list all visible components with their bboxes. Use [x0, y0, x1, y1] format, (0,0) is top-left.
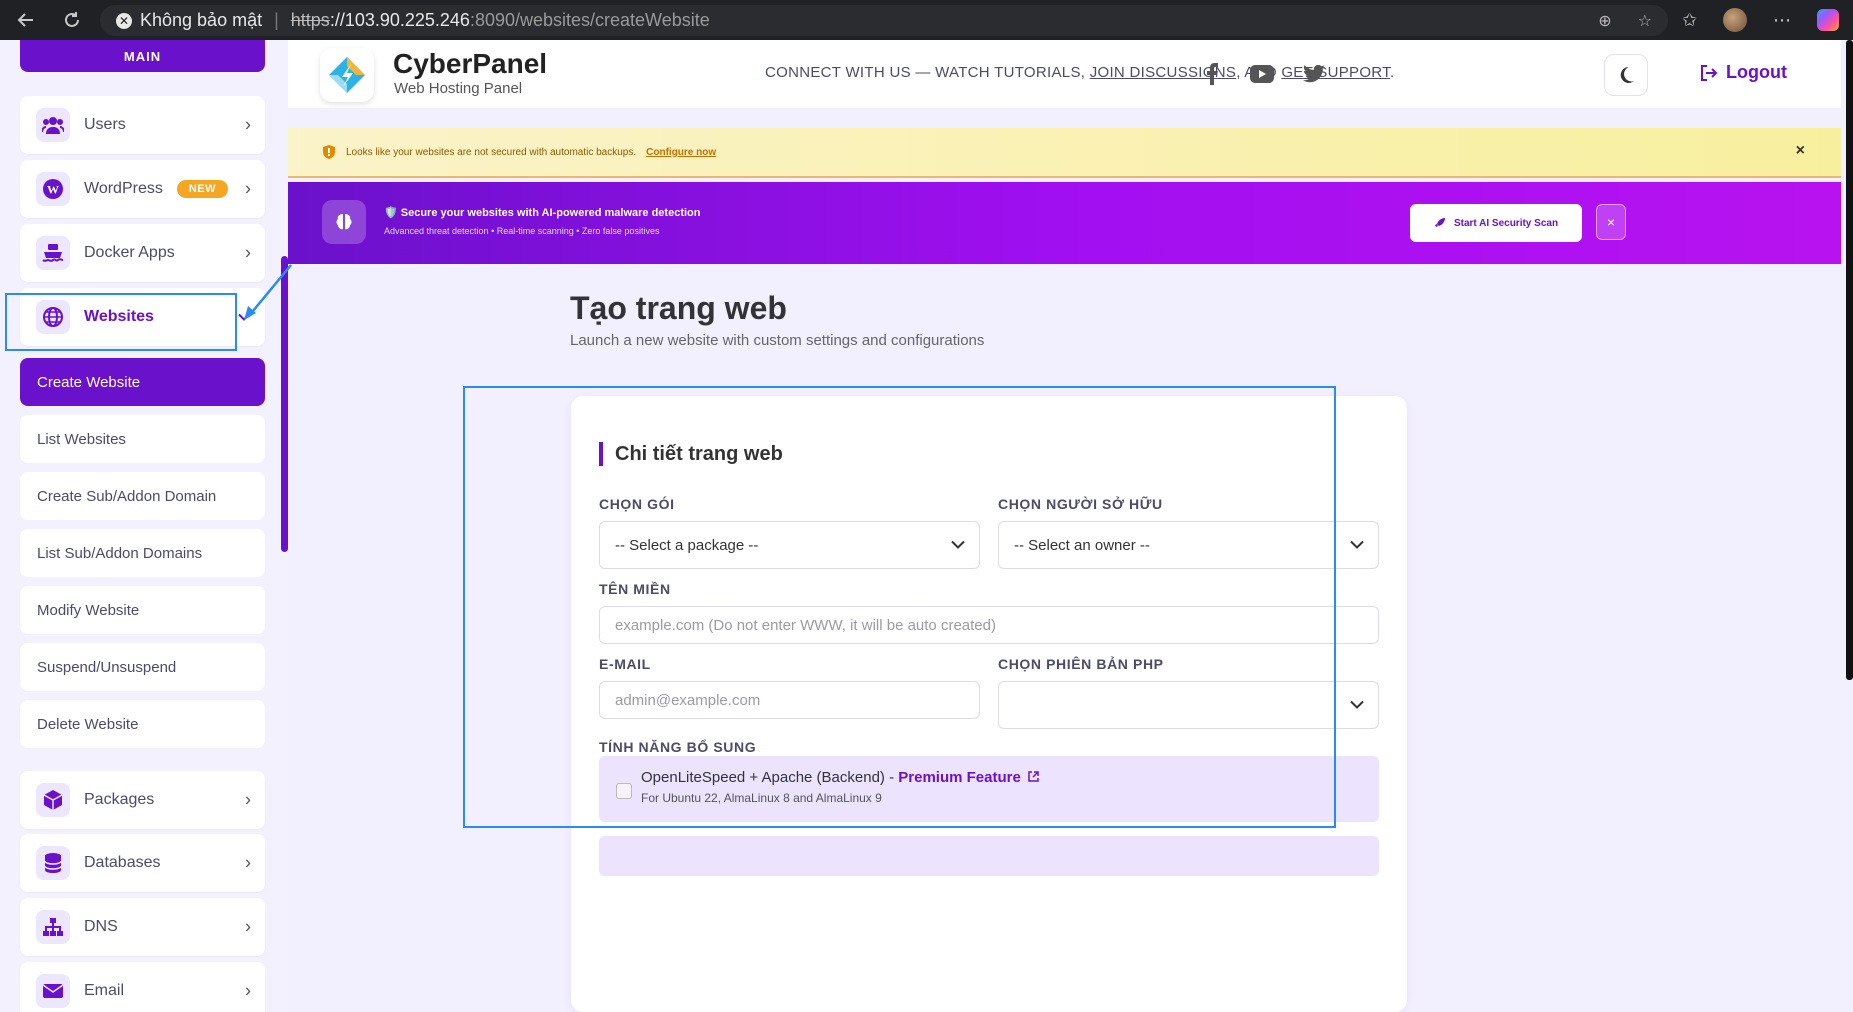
browser-toolbar: ✕ Không bảo mật | https ://103.90.225.24… [0, 0, 1853, 40]
chevron-right-icon: › [245, 980, 251, 1001]
promo-title: 🛡️ Secure your websites with AI-powered … [384, 207, 701, 219]
new-badge: NEW [176, 180, 229, 198]
sidebar-subitem-create-website[interactable]: Create Website [20, 358, 265, 406]
url-scheme: https [290, 10, 330, 30]
logout-icon [1701, 64, 1718, 81]
sidebar-item-label: Email [84, 982, 125, 999]
docker-icon [36, 236, 70, 270]
facebook-icon[interactable] [1198, 60, 1226, 88]
wordpress-icon: W [36, 172, 70, 206]
copilot-icon[interactable] [1817, 9, 1839, 31]
zoom-icon[interactable]: ⊕ [1598, 11, 1611, 31]
connect-prefix: CONNECT WITH US — WATCH TUTORIALS, [765, 64, 1090, 81]
annotation-highlight-sidebar [5, 293, 237, 351]
favorites-icon[interactable]: ✩ [1682, 10, 1697, 31]
sidebar-item-label: Databases [84, 854, 161, 871]
profile-avatar[interactable] [1723, 8, 1747, 32]
chevron-right-icon: › [245, 242, 251, 263]
shield-warning-icon [323, 145, 335, 159]
close-icon[interactable]: × [1796, 142, 1805, 160]
top-header: CyberPanel Web Hosting Panel CONNECT WIT… [288, 40, 1841, 108]
sidebar-item-label: Packages [84, 791, 155, 808]
annotation-highlight-form [463, 386, 1336, 828]
sidebar-subitem-list-websites[interactable]: List Websites [20, 415, 265, 463]
get-support-link[interactable]: GET SUPPORT [1281, 64, 1390, 81]
close-icon[interactable]: × [1596, 204, 1626, 240]
sidebar-item-databases[interactable]: Databases › [20, 834, 265, 892]
warning-text: Looks like your websites are not secured… [346, 146, 637, 158]
moon-icon [1620, 66, 1634, 83]
url-host: ://103.90.225.246 [329, 10, 470, 30]
sidebar-item-email[interactable]: Email › [20, 962, 265, 1012]
reload-icon[interactable] [58, 6, 86, 34]
start-ai-scan-label: Start AI Security Scan [1453, 217, 1559, 229]
browser-actions: ✩ ⋯ [1682, 0, 1853, 40]
mail-icon [36, 974, 70, 1008]
brand-name: CyberPanel [393, 48, 548, 79]
sidebar-item-users[interactable]: Users › [20, 96, 265, 154]
chevron-right-icon: › [245, 178, 251, 199]
sidebar-item-label: Docker Apps [84, 244, 175, 261]
chevron-down-icon [1350, 697, 1364, 714]
start-ai-scan-button[interactable]: Start AI Security Scan [1410, 204, 1582, 242]
chevron-right-icon: › [245, 852, 251, 873]
logout-label: Logout [1726, 62, 1787, 82]
youtube-icon[interactable] [1248, 60, 1276, 88]
package-icon [36, 783, 70, 817]
url-separator: | [274, 10, 279, 30]
sidebar-item-label: DNS [84, 918, 118, 935]
svg-text:W: W [47, 183, 59, 197]
address-bar[interactable]: ✕ Không bảo mật | https ://103.90.225.24… [100, 5, 1668, 36]
connect-suffix: . [1389, 64, 1395, 81]
chevron-down-icon [1350, 537, 1364, 554]
chevron-right-icon: › [245, 916, 251, 937]
more-menu-icon[interactable]: ⋯ [1773, 10, 1791, 31]
sidebar-subitem-create-subdomain[interactable]: Create Sub/Addon Domain [20, 472, 265, 520]
chevron-right-icon: › [245, 789, 251, 810]
ai-security-banner: 🛡️ Secure your websites with AI-powered … [288, 182, 1841, 264]
sidebar-subitem-delete-website[interactable]: Delete Website [20, 700, 265, 748]
sidebar-item-dns[interactable]: DNS › [20, 898, 265, 956]
sidebar-item-wordpress[interactable]: W WordPress NEW › [20, 160, 265, 218]
address-actions: ⊕ ☆ [1598, 11, 1652, 31]
favorite-star-icon[interactable]: ☆ [1638, 11, 1652, 31]
sidebar-subitem-modify-website[interactable]: Modify Website [20, 586, 265, 634]
url-path: :8090/websites/createWebsite [469, 10, 710, 30]
page-subtitle: Launch a new website with custom setting… [570, 332, 985, 349]
back-icon[interactable] [12, 6, 40, 34]
feature-option-next[interactable] [599, 836, 1379, 876]
sidebar-item-label: Users [84, 116, 126, 133]
network-icon [36, 910, 70, 944]
users-icon [36, 108, 70, 142]
twitter-icon[interactable] [1300, 60, 1328, 88]
configure-now-link[interactable]: Configure now [646, 147, 716, 158]
page-title: Tạo trang web [570, 290, 787, 326]
sidebar-item-docker-apps[interactable]: Docker Apps › [20, 224, 265, 282]
sidebar-item-label: WordPress [84, 180, 163, 197]
sidebar: MAIN Users › W WordPress NEW › Docker Ap… [0, 40, 288, 1012]
logout-button[interactable]: Logout [1700, 62, 1787, 83]
insecure-icon[interactable]: ✕ [116, 12, 132, 29]
promo-subtitle: Advanced threat detection • Real-time sc… [384, 226, 660, 236]
page-scrollbar[interactable] [1846, 40, 1853, 680]
cyberpanel-logo[interactable] [320, 48, 374, 102]
theme-toggle-button[interactable] [1604, 54, 1648, 96]
backup-warning-banner: Looks like your websites are not secured… [288, 128, 1841, 178]
sidebar-item-packages[interactable]: Packages › [20, 771, 265, 829]
security-label[interactable]: Không bảo mật [140, 10, 262, 31]
sidebar-subitem-list-subdomains[interactable]: List Sub/Addon Domains [20, 529, 265, 577]
brand-subtitle: Web Hosting Panel [394, 80, 523, 97]
database-icon [36, 846, 70, 880]
sidebar-section-main: MAIN [20, 40, 265, 72]
brain-icon [322, 200, 366, 244]
page-viewport: MAIN Users › W WordPress NEW › Docker Ap… [0, 40, 1853, 1012]
annotation-arrow-icon [244, 264, 292, 320]
sidebar-subitem-suspend[interactable]: Suspend/Unsuspend [20, 643, 265, 691]
chevron-right-icon: › [245, 114, 251, 135]
rocket-icon [1434, 218, 1445, 227]
